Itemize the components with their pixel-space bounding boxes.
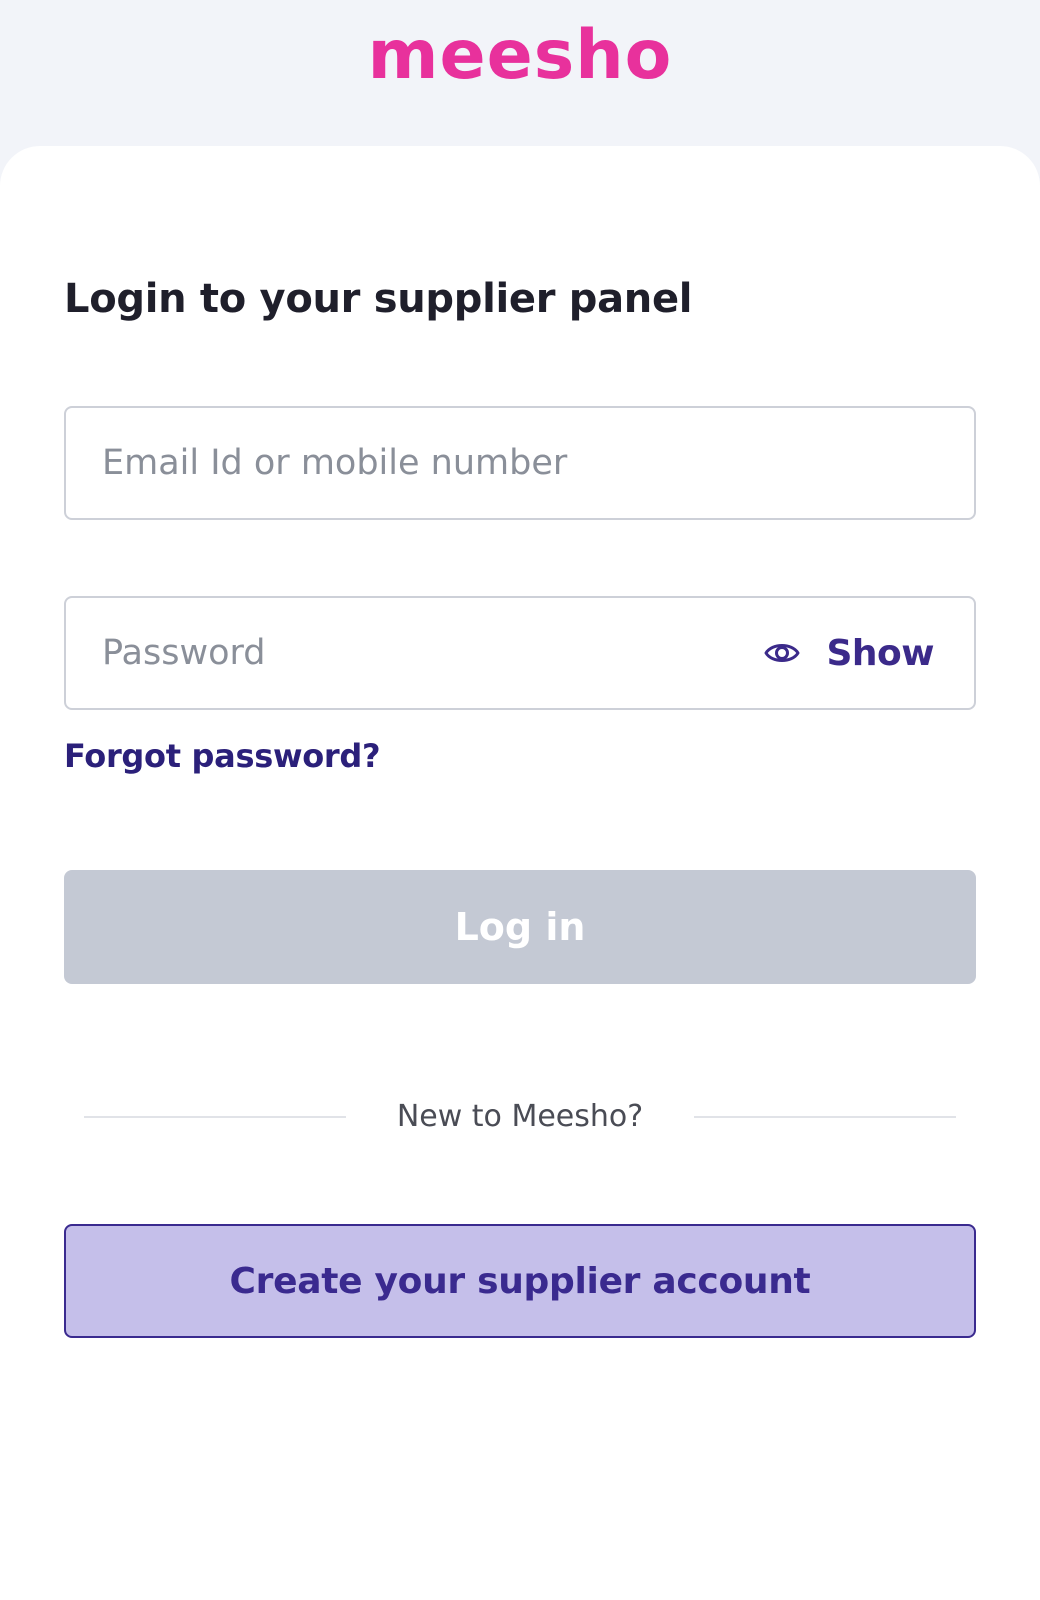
create-supplier-account-button[interactable]: Create your supplier account — [64, 1224, 976, 1338]
divider-line-right — [694, 1116, 956, 1118]
divider-line-left — [84, 1116, 346, 1118]
page-title: Login to your supplier panel — [64, 276, 693, 322]
show-password-toggle[interactable]: Show — [764, 598, 934, 708]
meesho-logo: meesho — [367, 16, 673, 95]
forgot-password-link[interactable]: Forgot password? — [64, 736, 381, 776]
password-input[interactable] — [102, 598, 742, 708]
divider-text: New to Meesho? — [396, 1099, 644, 1134]
password-field[interactable]: Show — [64, 596, 976, 710]
login-card: Login to your supplier panel Show Forgot… — [0, 146, 1040, 1600]
email-field[interactable] — [64, 406, 976, 520]
login-button[interactable]: Log in — [64, 870, 976, 984]
eye-icon — [764, 635, 800, 671]
show-password-label: Show — [826, 632, 934, 674]
email-input[interactable] — [102, 408, 742, 518]
page-header: meesho — [0, 0, 1040, 148]
signup-divider: New to Meesho? — [84, 1092, 956, 1142]
